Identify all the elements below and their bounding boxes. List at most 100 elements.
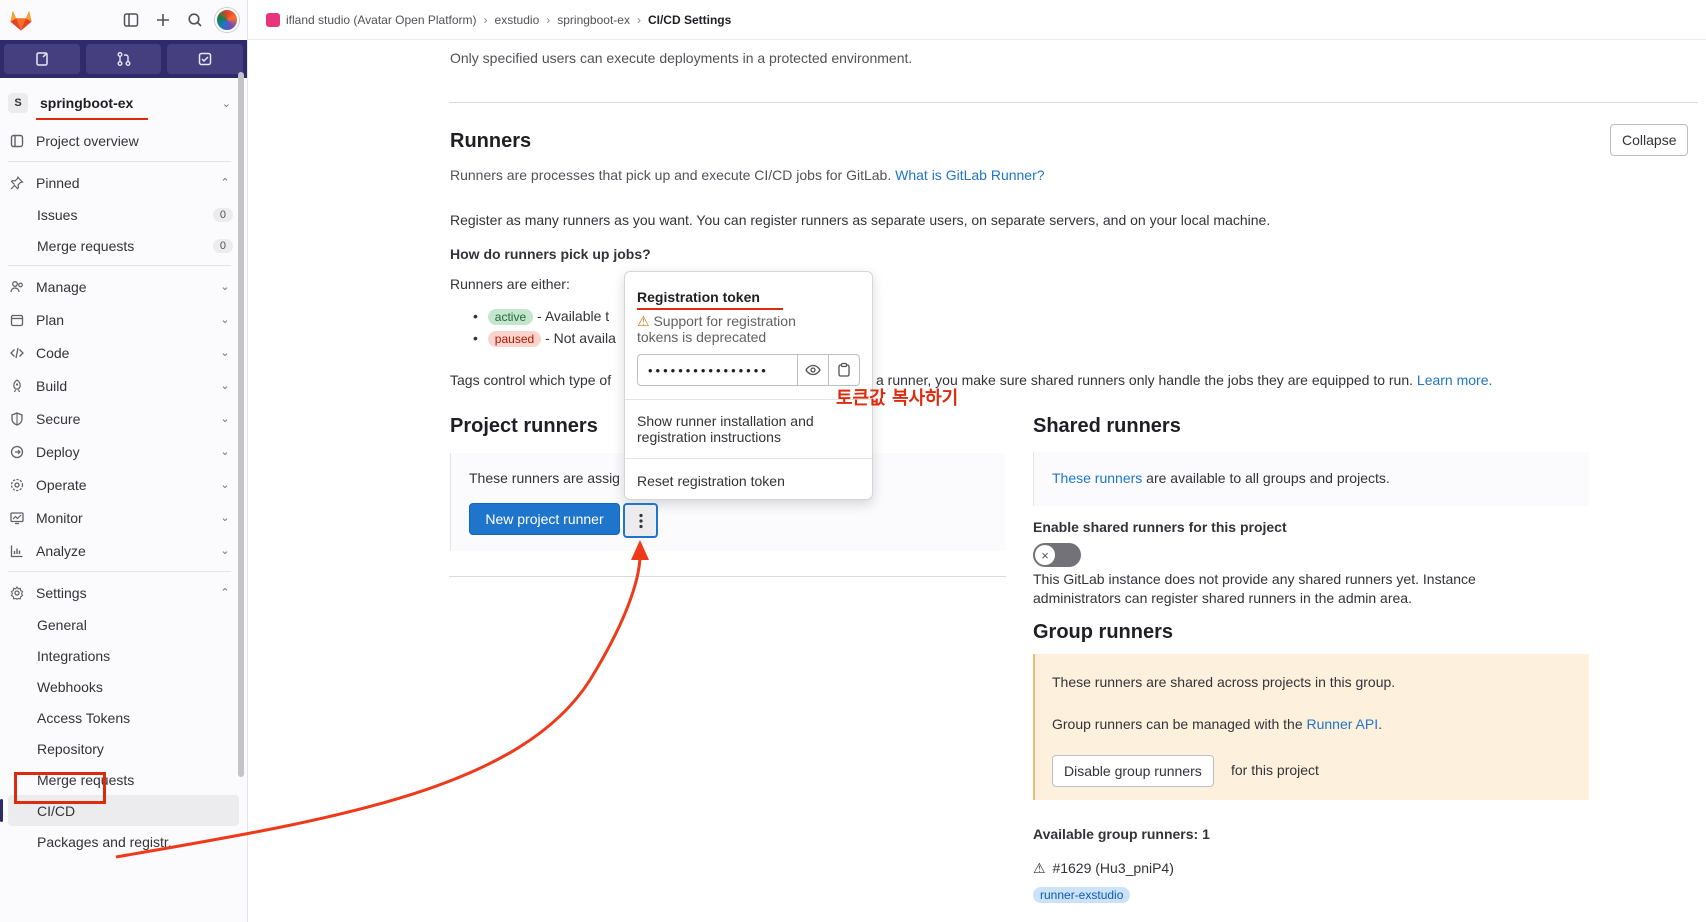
active-text: - Available t bbox=[537, 308, 610, 324]
sidebar-item-label: Analyze bbox=[36, 542, 86, 559]
chevron-down-icon: ⌄ bbox=[220, 446, 230, 458]
sidebar-item-monitor[interactable]: Monitor ⌄ bbox=[8, 501, 239, 534]
what-is-runner-link[interactable]: What is GitLab Runner? bbox=[895, 167, 1044, 183]
sidebar-item-manage[interactable]: Manage ⌄ bbox=[8, 270, 239, 303]
chevron-down-icon: ⌄ bbox=[220, 347, 230, 359]
planning-icon bbox=[8, 313, 26, 327]
runner-id[interactable]: #1629 (Hu3_pniP4) bbox=[1052, 860, 1173, 876]
eye-icon[interactable] bbox=[797, 355, 828, 385]
sidebar-item-deploy[interactable]: Deploy ⌄ bbox=[8, 435, 239, 468]
divider bbox=[625, 399, 872, 400]
sidebar-item-label: Integrations bbox=[37, 647, 111, 664]
plus-icon[interactable] bbox=[149, 6, 177, 34]
warning-icon: ⚠ bbox=[1033, 860, 1046, 876]
breadcrumb-project[interactable]: springboot-ex bbox=[557, 13, 630, 27]
merge-requests-count-badge: 0 bbox=[212, 238, 233, 253]
deprecation-warning: ⚠ Support for registration tokens is dep… bbox=[637, 313, 837, 345]
sidebar-item-label: Manage bbox=[36, 278, 87, 295]
sidebar-item-label: Secure bbox=[36, 410, 81, 427]
annotation-copy-token-label: 토큰값 복사하기 bbox=[836, 388, 959, 409]
sidebar-item-merge-requests[interactable]: Merge requests 0 bbox=[8, 230, 239, 261]
chevron-down-icon: ⌄ bbox=[220, 512, 230, 524]
sidebar-item-label: Operate bbox=[36, 476, 87, 493]
chevron-down-icon: ⌄ bbox=[220, 413, 230, 425]
show-instructions-item[interactable]: Show runner installation and registratio… bbox=[637, 413, 857, 445]
sidebar-item-issues[interactable]: Issues 0 bbox=[8, 199, 239, 230]
shared-runners-text: These runners are available to all group… bbox=[1052, 470, 1390, 486]
tags-text-start: Tags control which type of bbox=[450, 372, 612, 388]
new-project-runner-button[interactable]: New project runner bbox=[469, 503, 620, 535]
sidebar-item-webhooks[interactable]: Webhooks bbox=[8, 671, 239, 702]
sidebar-item-project-overview[interactable]: Project overview bbox=[8, 124, 239, 157]
user-avatar[interactable] bbox=[215, 8, 239, 32]
sidebar-item-general[interactable]: General bbox=[8, 609, 239, 640]
cloud-gear-icon bbox=[8, 478, 26, 492]
sidebar-item-access-tokens[interactable]: Access Tokens bbox=[8, 702, 239, 733]
runner-tag: runner-exstudio bbox=[1033, 887, 1131, 903]
sidebar-item-build[interactable]: Build ⌄ bbox=[8, 369, 239, 402]
runner-api-link[interactable]: Runner API bbox=[1307, 716, 1379, 732]
breadcrumb-current: CI/CD Settings bbox=[647, 12, 732, 27]
shared-runners-toggle[interactable]: × bbox=[1033, 543, 1081, 567]
sidebar-item-label: Monitor bbox=[36, 509, 83, 526]
sidebar-item-repository[interactable]: Repository bbox=[8, 733, 239, 764]
shield-icon bbox=[8, 411, 26, 426]
runners-desc-text: Runners are processes that pick up and e… bbox=[450, 167, 892, 183]
chevron-right-icon: › bbox=[636, 12, 641, 27]
sidebar-item-plan[interactable]: Plan ⌄ bbox=[8, 303, 239, 336]
sidebar-scrollbar[interactable] bbox=[238, 72, 244, 777]
sidebar-item-code[interactable]: Code ⌄ bbox=[8, 336, 239, 369]
collapse-button[interactable]: Collapse bbox=[1610, 124, 1689, 156]
sidebar-toggle-icon[interactable] bbox=[117, 6, 145, 34]
sidebar-item-analyze[interactable]: Analyze ⌄ bbox=[8, 534, 239, 567]
learn-more-link[interactable]: Learn more. bbox=[1417, 372, 1492, 388]
monitor-icon bbox=[8, 511, 26, 525]
chart-icon bbox=[8, 544, 26, 558]
sidebar-item-packages[interactable]: Packages and registr... bbox=[8, 826, 239, 857]
registration-token-title: Registration token bbox=[637, 289, 760, 305]
sidebar-item-label: Webhooks bbox=[37, 678, 103, 695]
sidebar-item-operate[interactable]: Operate ⌄ bbox=[8, 468, 239, 501]
token-field: •••••••••••••••• bbox=[637, 354, 860, 386]
sidebar-item-pinned[interactable]: Pinned ⌃ bbox=[8, 166, 239, 199]
runner-actions-kebab-button[interactable] bbox=[623, 503, 658, 538]
sidebar-item-secure[interactable]: Secure ⌄ bbox=[8, 402, 239, 435]
token-value[interactable]: •••••••••••••••• bbox=[638, 355, 797, 385]
breadcrumb-subgroup[interactable]: exstudio bbox=[495, 13, 540, 27]
copy-to-clipboard-icon[interactable] bbox=[828, 355, 859, 385]
disable-group-runners-button[interactable]: Disable group runners bbox=[1052, 755, 1214, 787]
sidebar-item-label: Deploy bbox=[36, 443, 80, 460]
issues-tab-icon[interactable] bbox=[4, 44, 80, 74]
these-runners-link[interactable]: These runners bbox=[1052, 470, 1142, 486]
chevron-down-icon: ⌄ bbox=[220, 380, 230, 392]
sidebar-item-integrations[interactable]: Integrations bbox=[8, 640, 239, 671]
sidebar-item-label: Access Tokens bbox=[37, 709, 131, 726]
sidebar-item-settings[interactable]: Settings ⌃ bbox=[8, 576, 239, 609]
search-icon[interactable] bbox=[181, 6, 209, 34]
chevron-up-icon: ⌃ bbox=[220, 587, 230, 599]
enable-shared-label: Enable shared runners for this project bbox=[1033, 519, 1287, 535]
group-managed-label: Group runners can be managed with the bbox=[1052, 716, 1303, 732]
for-this-project-text: for this project bbox=[1231, 762, 1319, 778]
divider bbox=[8, 571, 231, 572]
runners-description: Runners are processes that pick up and e… bbox=[450, 167, 1045, 183]
reset-token-item[interactable]: Reset registration token bbox=[637, 473, 857, 489]
project-switcher[interactable]: S springboot-ex ⌄ bbox=[8, 86, 239, 120]
gitlab-logo-icon[interactable] bbox=[8, 7, 34, 33]
sidebar-item-label: Packages and registr... bbox=[37, 833, 180, 850]
gear-icon bbox=[8, 585, 26, 600]
sidebar-item-label: Pinned bbox=[36, 174, 80, 191]
sidebar-quick-tabs bbox=[0, 40, 247, 78]
group-runner-item: ⚠ #1629 (Hu3_pniP4) bbox=[1033, 860, 1174, 877]
issues-count-badge: 0 bbox=[212, 207, 233, 222]
paused-badge: paused bbox=[487, 331, 542, 347]
tags-text-end: a runner, you make sure shared runners o… bbox=[876, 372, 1492, 388]
breadcrumb: ifland studio (Avatar Open Platform) › e… bbox=[248, 0, 1706, 40]
merge-request-tab-icon[interactable] bbox=[85, 44, 162, 74]
runner-tag-wrap: runner-exstudio bbox=[1033, 886, 1131, 903]
todo-tab-icon[interactable] bbox=[167, 44, 244, 74]
breadcrumb-group[interactable]: ifland studio (Avatar Open Platform) bbox=[286, 13, 477, 27]
available-group-runners: Available group runners: 1 bbox=[1033, 826, 1210, 842]
how-runners-heading: How do runners pick up jobs? bbox=[450, 246, 651, 262]
sidebar-item-label: Project overview bbox=[36, 132, 139, 149]
